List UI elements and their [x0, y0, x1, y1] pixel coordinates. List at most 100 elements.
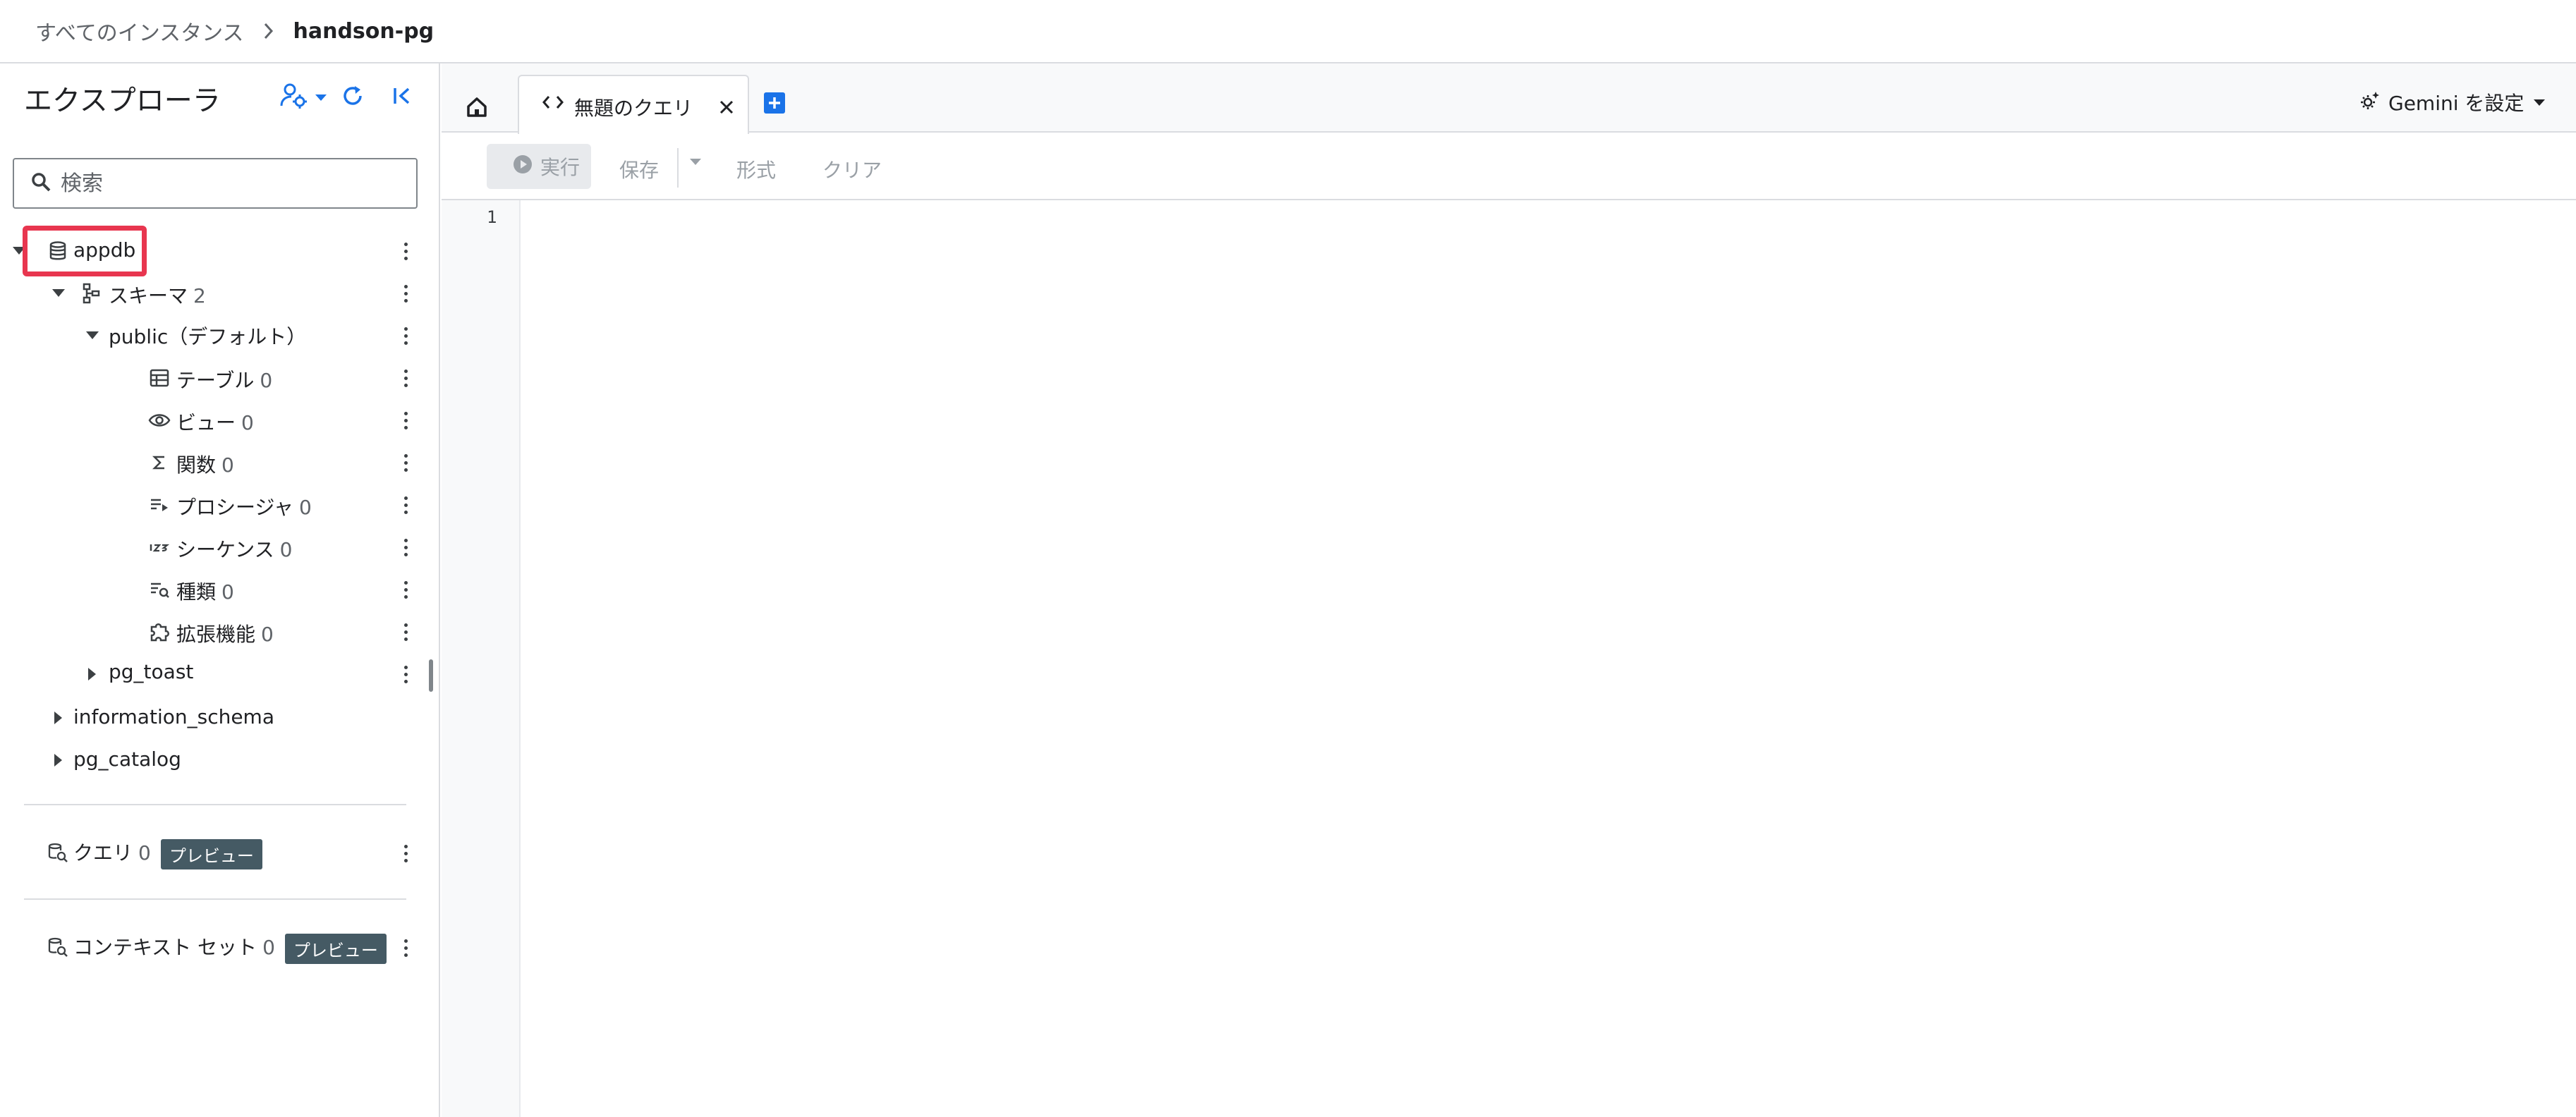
query-workspace: 無題のクエリ Gemini を設定 実行 保存 形式 クリア 1 — [442, 63, 2576, 1117]
sql-editor[interactable]: 1 — [442, 200, 2576, 1117]
tree-item-label: appdb — [73, 238, 136, 262]
more-vert-icon[interactable] — [395, 362, 416, 393]
tree-item-label: pg_toast — [109, 660, 194, 683]
caret-down-icon[interactable] — [82, 325, 103, 346]
section-divider — [24, 804, 406, 805]
search-input[interactable] — [61, 171, 399, 196]
caret-down-icon[interactable] — [48, 283, 69, 304]
tree-item-label: テーブル 0 — [176, 365, 272, 393]
context-sets-label: コンテキスト セット — [73, 936, 257, 959]
code-icon — [542, 94, 564, 113]
toolbar-separator — [677, 148, 679, 188]
tree-item-public[interactable]: public（デフォルト） — [0, 315, 437, 357]
breadcrumb-all-instances-link[interactable]: すべてのインスタンス — [35, 16, 244, 47]
tree-item-types[interactable]: 種類 0 — [0, 568, 437, 611]
more-vert-icon[interactable] — [395, 616, 416, 647]
explorer-header: エクスプローラ — [0, 63, 439, 131]
breadcrumb: すべてのインスタンス handson-pg — [0, 0, 2576, 63]
sequences-label: シーケンス — [176, 538, 274, 561]
tree-item-label: コンテキスト セット 0 プレビュー — [73, 932, 387, 964]
explorer-search-box[interactable] — [13, 158, 418, 209]
extensions-label: 拡張機能 — [176, 623, 256, 646]
tree-item-procedures[interactable]: プロシージャ 0 — [0, 484, 437, 526]
tree-item-views[interactable]: ビュー 0 — [0, 399, 437, 441]
types-count: 0 — [221, 580, 234, 604]
tree-item-appdb[interactable]: appdb — [0, 230, 437, 272]
more-vert-icon[interactable] — [395, 932, 416, 963]
chevron-right-icon — [244, 17, 293, 45]
type-icon — [147, 577, 172, 602]
more-vert-icon[interactable] — [395, 236, 416, 267]
tab-home[interactable] — [456, 89, 498, 128]
schema-icon — [79, 281, 104, 306]
clear-button[interactable]: クリア — [822, 155, 882, 183]
more-vert-icon[interactable] — [395, 447, 416, 478]
context-sets-item[interactable]: コンテキスト セット 0 プレビュー — [0, 927, 437, 969]
section-divider — [24, 898, 406, 900]
more-vert-icon[interactable] — [395, 278, 416, 309]
more-vert-icon[interactable] — [395, 574, 416, 605]
more-vert-icon[interactable] — [395, 320, 416, 351]
more-vert-icon[interactable] — [395, 405, 416, 436]
caret-down-icon[interactable] — [8, 240, 30, 262]
run-button[interactable]: 実行 — [487, 144, 591, 189]
more-vert-icon[interactable] — [395, 532, 416, 563]
types-label: 種類 — [176, 580, 217, 604]
tree-item-label: スキーマ 2 — [109, 281, 206, 309]
caret-right-icon[interactable] — [48, 707, 69, 728]
save-options-dropdown[interactable] — [690, 155, 701, 169]
explorer-title: エクスプローラ — [24, 85, 221, 117]
views-count: 0 — [241, 411, 254, 434]
queries-label: クエリ — [73, 841, 133, 865]
tree-item-sequences[interactable]: シーケンス 0 — [0, 526, 437, 568]
sequence-icon — [147, 535, 172, 560]
line-number: 1 — [487, 207, 497, 227]
tab-untitled-query[interactable]: 無題のクエリ — [518, 75, 749, 134]
tree-item-label: public（デフォルト） — [109, 325, 307, 348]
user-settings-icon — [280, 82, 311, 113]
collapse-panel-button[interactable] — [387, 79, 418, 116]
tree-item-label: プロシージャ 0 — [176, 492, 312, 520]
query-toolbar: 実行 保存 形式 クリア — [442, 133, 2576, 200]
tables-label: テーブル — [176, 369, 255, 392]
sigma-icon — [147, 450, 172, 475]
breadcrumb-current-instance: handson-pg — [293, 18, 435, 44]
play-circle-icon — [512, 154, 533, 180]
more-vert-icon[interactable] — [395, 838, 416, 869]
tree-item-extensions[interactable]: 拡張機能 0 — [0, 611, 437, 653]
query-icon — [45, 841, 71, 866]
gemini-settings-button[interactable]: Gemini を設定 — [2359, 85, 2546, 120]
tree-item-pg-toast[interactable]: pg_toast — [0, 653, 437, 695]
manage-users-button[interactable] — [275, 79, 332, 116]
tree-item-label: クエリ 0 プレビュー — [73, 838, 262, 869]
context-set-icon — [45, 935, 71, 960]
line-number-gutter: 1 — [442, 200, 521, 1117]
saved-queries-item[interactable]: クエリ 0 プレビュー — [0, 832, 437, 874]
format-button[interactable]: 形式 — [736, 155, 776, 183]
eye-icon — [147, 408, 172, 433]
collapse-left-icon — [391, 85, 413, 109]
sidebar-scrollbar[interactable] — [429, 659, 433, 692]
tree-item-label: information_schema — [73, 705, 274, 728]
tree-item-label: 種類 0 — [176, 577, 234, 605]
tree-item-label: ビュー 0 — [176, 408, 254, 436]
tree-item-functions[interactable]: 関数 0 — [0, 441, 437, 484]
close-icon[interactable] — [715, 96, 738, 118]
views-label: ビュー — [176, 411, 236, 434]
more-vert-icon[interactable] — [395, 489, 416, 520]
caret-right-icon[interactable] — [48, 750, 69, 771]
tree-item-information-schema[interactable]: information_schema — [0, 697, 437, 739]
tree-item-tables[interactable]: テーブル 0 — [0, 357, 437, 399]
tree-item-label: 拡張機能 0 — [176, 619, 274, 647]
save-button[interactable]: 保存 — [619, 155, 659, 183]
sequences-count: 0 — [279, 538, 293, 561]
explorer-panel: エクスプローラ 検索 appdb スキーマ 2 public（デフォルト） テー… — [0, 63, 440, 1117]
new-tab-button[interactable] — [760, 90, 789, 118]
gemini-settings-label: Gemini を設定 — [2388, 92, 2525, 115]
tree-item-pg-catalog[interactable]: pg_catalog — [0, 739, 437, 781]
refresh-button[interactable] — [337, 79, 368, 116]
tree-item-schemas[interactable]: スキーマ 2 — [0, 272, 437, 315]
extension-icon — [147, 619, 172, 645]
caret-right-icon[interactable] — [82, 664, 103, 685]
more-vert-icon[interactable] — [395, 659, 416, 690]
